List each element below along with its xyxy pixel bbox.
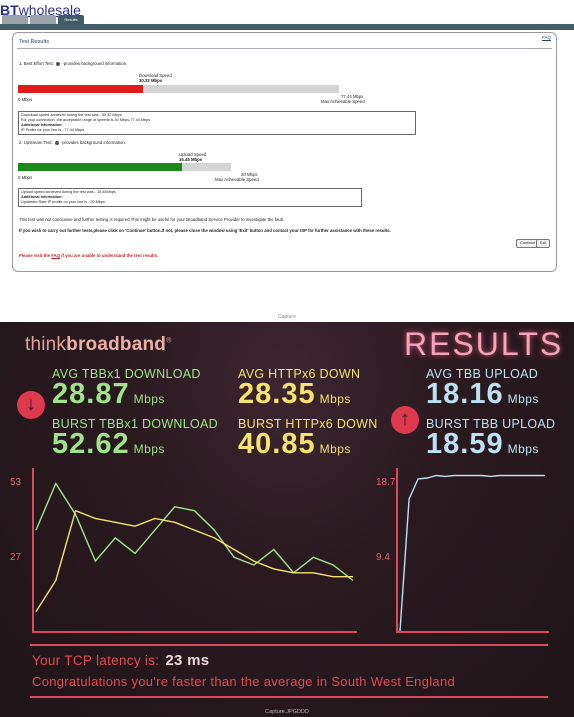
- avg-http-download: AVG HTTPx6 DOWN 28.35 Mbps: [238, 367, 360, 412]
- tcp-latency: Your TCP latency is: 23 ms: [32, 652, 209, 669]
- header-bar: [0, 24, 574, 30]
- exit-button[interactable]: Exit: [536, 239, 551, 248]
- divider: [17, 48, 552, 49]
- burst-tbb-download-value: 52.62: [52, 428, 130, 460]
- instructions-text: If you wish to carry out further tests,p…: [19, 228, 391, 233]
- test2-heading: 2. Upstream Test: -provides background i…: [19, 140, 126, 145]
- upload-bar-fill: [18, 163, 182, 171]
- upload-zero-label: 0 Mbps: [18, 175, 33, 180]
- chart-down-series-1: [35, 509, 353, 612]
- caption-2: Capture.JPGDDD: [265, 709, 309, 715]
- upload-chart-ytick-top: 18.7: [376, 477, 396, 488]
- avg-tbb-download-value: 28.87: [52, 378, 130, 410]
- burst-tbb-upload: BURST TBB UPLOAD 18.59 Mbps: [426, 417, 555, 462]
- upload-max-label: Max Achievable Speed: [215, 177, 259, 182]
- divider-top: [30, 644, 548, 646]
- burst-tbb-upload-value: 18.59: [426, 428, 504, 460]
- test1-heading: 1. Best Effort Test: -provides backgroun…: [19, 61, 127, 66]
- burst-http-download-value: 40.85: [238, 428, 316, 460]
- faq-hint-link[interactable]: FAQ: [51, 253, 60, 258]
- unit-label: Mbps: [507, 442, 539, 456]
- test-results-panel: Test Results FAQ 1. Best Effort Test: -p…: [12, 32, 557, 272]
- faq-hint: Please visit the FAQ if you are unable t…: [19, 253, 158, 258]
- faq-link[interactable]: FAQ: [542, 35, 551, 40]
- test1-label: 1. Best Effort Test:: [19, 61, 54, 66]
- avg-http-download-value: 28.35: [238, 378, 316, 410]
- latency-value: 23 ms: [165, 652, 210, 669]
- avg-tbb-upload-value: 18.16: [426, 378, 504, 410]
- bt-wholesale-screenshot: BTwholesale Results Test Results FAQ 1. …: [0, 0, 574, 320]
- unit-label: Mbps: [319, 442, 351, 456]
- download-bar-fill: [18, 85, 144, 93]
- bt-tab-bar: Results: [2, 15, 84, 24]
- unit-label: Mbps: [133, 392, 165, 406]
- avg-tbb-upload: AVG TBB UPLOAD 18.16 Mbps: [426, 367, 539, 412]
- thinkbroadband-logo: thinkbroadband®: [25, 334, 172, 355]
- burst-tbb-download: BURST TBBx1 DOWNLOAD 52.62 Mbps: [52, 417, 218, 462]
- upload-box-line3: Upstream Rate IP profile on your line is…: [21, 200, 105, 204]
- chart-up-series-0: [399, 474, 545, 631]
- faq-hint-post: if you are unable to understand the test…: [60, 253, 159, 258]
- avg-tbb-download: AVG TBBx1 DOWNLOAD 28.87 Mbps: [52, 367, 201, 412]
- upload-speed-chart: [399, 474, 545, 631]
- upload-info-box: Upload speed achieved during the test wa…: [18, 188, 362, 207]
- congratulations-message: Congratulations you're faster than the a…: [32, 674, 456, 689]
- download-speed-chart: [35, 482, 354, 612]
- unit-label: Mbps: [133, 442, 165, 456]
- conclusion-text: This test was not conclusive and further…: [19, 217, 285, 222]
- tab-2[interactable]: [30, 15, 56, 24]
- download-box-line4: IP Profile for your line is - 77.44 Mbps: [21, 128, 85, 132]
- upload-speed-value: 15.45 Mbps: [179, 157, 203, 162]
- arrow-down-icon: ↓: [17, 391, 45, 419]
- test2-label: 2. Upstream Test:: [19, 140, 53, 145]
- unit-label: Mbps: [507, 392, 539, 406]
- burst-http-download: BURST HTTPx6 DOWN 40.85 Mbps: [238, 417, 378, 462]
- test2-info: -provides background information.: [61, 140, 126, 145]
- download-chart-ytick-top: 53: [10, 477, 22, 488]
- tab-1[interactable]: [2, 15, 28, 24]
- tab-results[interactable]: Results: [58, 15, 84, 24]
- divider-bottom: [30, 696, 548, 698]
- panel-title: Test Results: [19, 39, 49, 45]
- upload-chart-ytick-mid: 9.4: [376, 552, 390, 563]
- download-chart-ytick-mid: 27: [10, 552, 22, 563]
- chart-down-series-0: [35, 482, 354, 582]
- info-dot-icon[interactable]: [56, 61, 61, 66]
- unit-label: Mbps: [319, 392, 351, 406]
- arrow-up-icon: ↑: [391, 406, 419, 434]
- download-max-label: Max Achievable Speed: [321, 99, 365, 104]
- thinkbroadband-screenshot: thinkbroadband® RESULTS ↓ ↑ AVG TBBx1 DO…: [0, 322, 574, 717]
- caption-1: Capture: [278, 314, 296, 320]
- upload-chart-axes: [396, 468, 549, 633]
- results-title: RESULTS: [404, 326, 564, 362]
- download-speed-value: 30.32 Mbps: [139, 78, 163, 83]
- faq-hint-pre: Please visit the: [19, 253, 52, 258]
- download-chart-axes: [32, 468, 357, 633]
- download-info-box: Download speed achieved during the test …: [18, 111, 416, 135]
- latency-label: Your TCP latency is:: [32, 653, 160, 668]
- test1-info: -provides background information.: [62, 61, 128, 66]
- download-zero-label: 0 Mbps: [18, 97, 33, 102]
- info-dot-icon[interactable]: [54, 140, 59, 145]
